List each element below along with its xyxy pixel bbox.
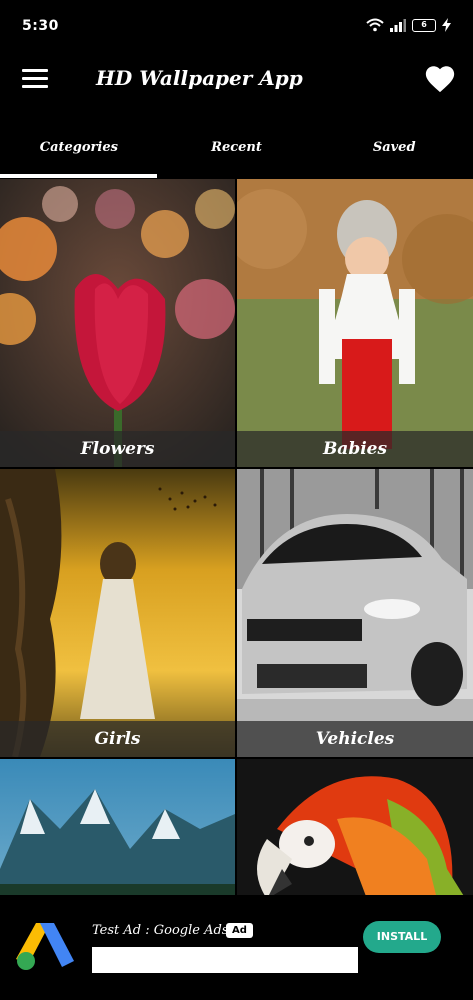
app-title: HD Wallpaper App (96, 66, 303, 90)
category-tile-vehicles[interactable]: Vehicles (237, 469, 473, 757)
ad-title: Test Ad : Google Ads (92, 923, 229, 938)
google-ads-logo-icon (14, 917, 76, 973)
tab-recent[interactable]: Recent (158, 118, 316, 180)
category-label: Babies (237, 431, 473, 467)
charging-icon (442, 18, 451, 32)
signal-icon (390, 18, 406, 32)
hamburger-icon (22, 69, 48, 72)
wifi-icon (366, 18, 384, 32)
favorites-button[interactable] (423, 62, 457, 96)
tab-bar: Categories Recent Saved (0, 118, 473, 180)
category-label: Girls (0, 721, 235, 757)
mountains-image (0, 759, 235, 895)
category-tile-babies[interactable]: Babies (237, 179, 473, 467)
app-bar: HD Wallpaper App (0, 56, 473, 118)
category-label: Flowers (0, 431, 235, 467)
status-bar: 5:30 6 (0, 0, 473, 56)
category-tile-flowers[interactable]: Flowers (0, 179, 235, 467)
install-button[interactable]: INSTALL (363, 921, 441, 953)
tab-indicator (0, 174, 157, 178)
flowers-image (0, 179, 235, 467)
ad-banner-image (92, 947, 358, 973)
girls-image (0, 469, 235, 757)
heart-icon (425, 66, 455, 93)
menu-button[interactable] (22, 69, 52, 93)
vehicles-image (237, 469, 473, 757)
ad-banner[interactable]: Test Ad : Google Ads Ad INSTALL (0, 895, 473, 1000)
category-tile-girls[interactable]: Girls (0, 469, 235, 757)
battery-icon: 6 (412, 18, 436, 32)
hamburger-icon-line (22, 77, 48, 80)
babies-image (237, 179, 473, 467)
status-time: 5:30 (22, 18, 59, 34)
ad-badge: Ad (226, 923, 253, 938)
hamburger-icon-line (22, 85, 48, 88)
tab-categories[interactable]: Categories (0, 118, 158, 180)
status-icons: 6 (366, 18, 451, 32)
category-tile-nature[interactable] (0, 759, 235, 895)
category-label: Vehicles (237, 721, 473, 757)
parrot-image (237, 759, 473, 895)
category-grid: Flowers Babies Girls Vehicles (0, 179, 473, 895)
category-tile-birds[interactable] (237, 759, 473, 895)
tab-saved[interactable]: Saved (315, 118, 473, 180)
